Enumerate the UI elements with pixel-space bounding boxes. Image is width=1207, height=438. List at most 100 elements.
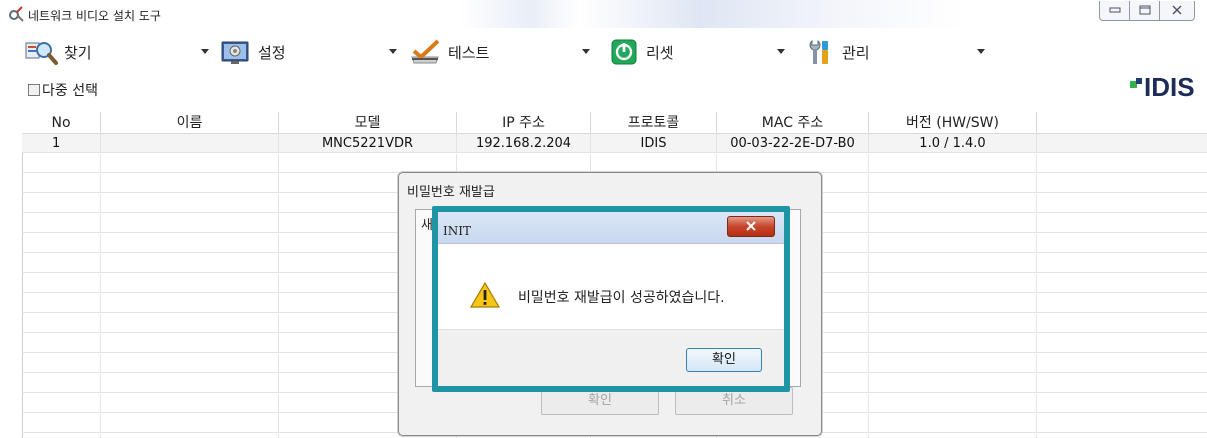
chevron-down-icon[interactable] bbox=[389, 49, 397, 54]
table-row[interactable]: 1 MNC5221VDR 192.168.2.204 IDIS 00-03-22… bbox=[22, 134, 1207, 153]
power-reset-icon bbox=[606, 37, 642, 67]
toolbar-search-button[interactable]: 찾기 bbox=[24, 34, 92, 70]
empty-cell bbox=[869, 154, 1037, 173]
multi-select-label: 다중 선택 bbox=[42, 83, 98, 99]
empty-cell bbox=[869, 194, 1037, 213]
toolbar-search-label: 찾기 bbox=[64, 43, 92, 62]
empty-cell bbox=[22, 214, 101, 233]
message-box-text: 비밀번호 재발급이 성공하였습니다. bbox=[518, 290, 725, 306]
empty-cell bbox=[22, 354, 101, 373]
settings-icon bbox=[218, 37, 254, 67]
empty-cell bbox=[869, 294, 1037, 313]
empty-cell bbox=[22, 294, 101, 313]
empty-cell bbox=[101, 254, 279, 273]
column-header-model[interactable]: 모델 bbox=[279, 112, 457, 134]
close-icon bbox=[1172, 4, 1182, 18]
checkbox-box[interactable] bbox=[28, 84, 40, 96]
toolbar-reset-label: 리셋 bbox=[646, 43, 674, 62]
empty-cell bbox=[101, 334, 279, 353]
empty-cell bbox=[22, 334, 101, 353]
message-box-body: 비밀번호 재발급이 성공하였습니다. bbox=[438, 243, 784, 329]
empty-cell bbox=[22, 154, 101, 173]
cell-model: MNC5221VDR bbox=[279, 134, 457, 153]
empty-cell bbox=[101, 214, 279, 233]
cell-ip: 192.168.2.204 bbox=[457, 134, 591, 153]
empty-cell bbox=[869, 334, 1037, 353]
cell-no: 1 bbox=[22, 134, 101, 153]
empty-cell bbox=[869, 314, 1037, 333]
password-dialog-title: 비밀번호 재발급 bbox=[407, 185, 495, 200]
window-controls bbox=[1099, 1, 1195, 21]
message-box-title: INIT bbox=[443, 224, 471, 238]
empty-cell bbox=[869, 354, 1037, 373]
empty-cell bbox=[101, 174, 279, 193]
empty-cell bbox=[101, 274, 279, 293]
chevron-down-icon[interactable] bbox=[582, 49, 590, 54]
empty-cell bbox=[869, 394, 1037, 413]
empty-cell bbox=[101, 194, 279, 213]
column-header-ip[interactable]: IP 주소 bbox=[457, 112, 591, 134]
empty-cell bbox=[279, 154, 457, 173]
column-header-name[interactable]: 이름 bbox=[101, 112, 279, 134]
empty-cell bbox=[101, 434, 279, 438]
cell-mac: 00-03-22-2E-D7-B0 bbox=[717, 134, 869, 153]
cell-protocol: IDIS bbox=[591, 134, 717, 153]
toolbar-test-button[interactable]: 테스트 bbox=[408, 34, 489, 70]
empty-cell bbox=[869, 234, 1037, 253]
column-header-version[interactable]: 버전 (HW/SW) bbox=[869, 112, 1037, 134]
empty-cell bbox=[101, 374, 279, 393]
empty-cell bbox=[869, 254, 1037, 273]
empty-cell bbox=[101, 394, 279, 413]
close-button[interactable] bbox=[1160, 1, 1194, 20]
brand-mark-icon bbox=[1130, 78, 1142, 88]
multi-select-checkbox[interactable]: 다중 선택 bbox=[28, 80, 98, 100]
tools-icon bbox=[8, 6, 24, 22]
toolbar-reset-button[interactable]: 리셋 bbox=[606, 34, 674, 70]
empty-cell bbox=[869, 274, 1037, 293]
empty-cell bbox=[101, 354, 279, 373]
minimize-icon bbox=[1109, 4, 1121, 18]
empty-cell bbox=[457, 154, 591, 173]
close-icon bbox=[745, 220, 757, 234]
message-box-footer: 확인 bbox=[438, 329, 784, 386]
empty-cell bbox=[869, 434, 1037, 438]
message-box-close-button[interactable] bbox=[727, 216, 775, 237]
empty-cell bbox=[101, 234, 279, 253]
message-box-titlebar: INIT bbox=[438, 212, 784, 243]
toolbar-manage-button[interactable]: 관리 bbox=[802, 34, 870, 70]
init-message-box: INIT 비밀번호 재발급이 성공하였습니다. 확인 bbox=[438, 212, 784, 386]
empty-cell bbox=[22, 314, 101, 333]
toolbar-settings-label: 설정 bbox=[258, 43, 286, 62]
empty-cell bbox=[591, 154, 717, 173]
empty-cell bbox=[101, 294, 279, 313]
toolbar-settings-button[interactable]: 설정 bbox=[218, 34, 286, 70]
toolbar-test-label: 테스트 bbox=[448, 43, 490, 62]
search-icon bbox=[24, 37, 60, 67]
maximize-icon bbox=[1139, 4, 1151, 18]
empty-cell bbox=[22, 394, 101, 413]
manage-icon bbox=[802, 37, 838, 67]
toolbar-manage-label: 관리 bbox=[842, 43, 870, 62]
cell-name bbox=[101, 134, 279, 153]
empty-cell bbox=[101, 414, 279, 433]
empty-cell bbox=[22, 414, 101, 433]
empty-cell bbox=[869, 174, 1037, 193]
window-titlebar: 네트워크 비디오 설치 도구 bbox=[0, 0, 1207, 28]
column-header-no[interactable]: No bbox=[22, 112, 101, 134]
empty-cell bbox=[22, 194, 101, 213]
maximize-button[interactable] bbox=[1130, 1, 1160, 20]
message-box-ok-button[interactable]: 확인 bbox=[686, 348, 762, 372]
chevron-down-icon[interactable] bbox=[977, 49, 985, 54]
empty-cell bbox=[101, 154, 279, 173]
empty-cell bbox=[22, 274, 101, 293]
empty-cell bbox=[22, 234, 101, 253]
empty-cell bbox=[22, 434, 101, 438]
test-icon bbox=[408, 37, 444, 67]
chevron-down-icon[interactable] bbox=[201, 49, 209, 54]
column-header-protocol[interactable]: 프로토콜 bbox=[591, 112, 717, 134]
chevron-down-icon[interactable] bbox=[777, 49, 785, 54]
column-header-mac[interactable]: MAC 주소 bbox=[717, 112, 869, 134]
empty-cell bbox=[22, 174, 101, 193]
minimize-button[interactable] bbox=[1100, 1, 1130, 20]
empty-cell bbox=[22, 374, 101, 393]
